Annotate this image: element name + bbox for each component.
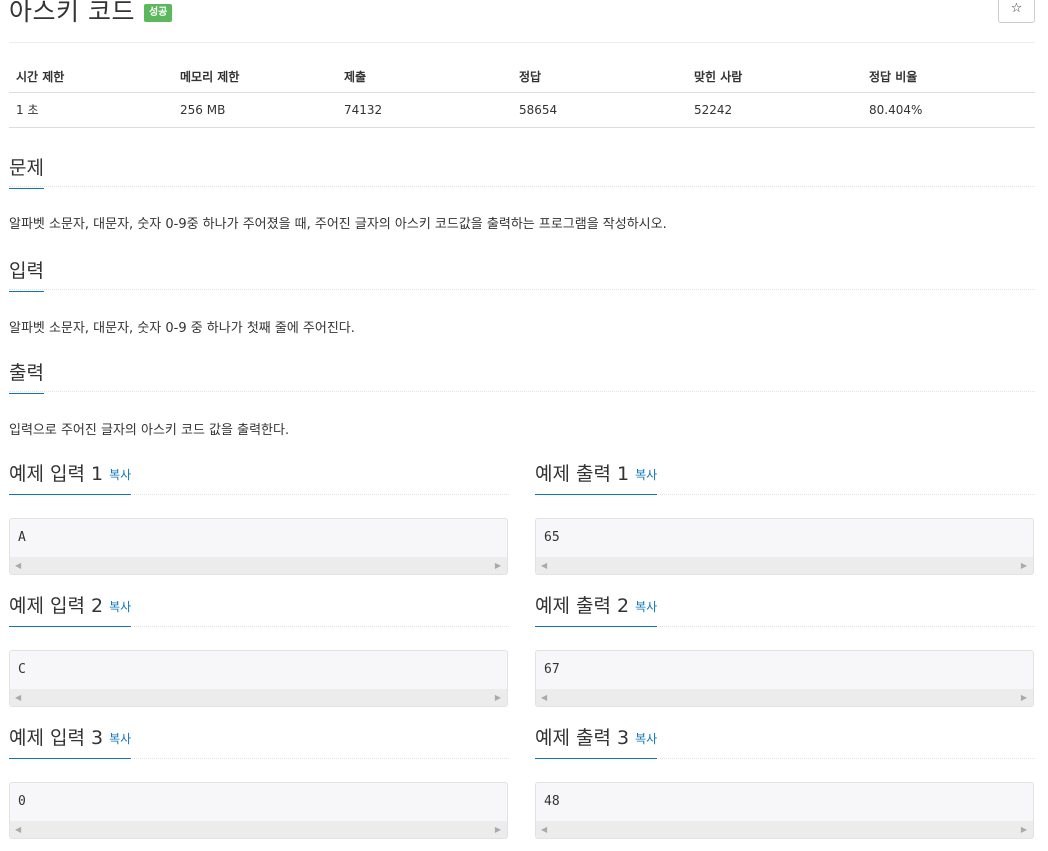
horizontal-scrollbar[interactable]: ◀ ▶ bbox=[10, 557, 507, 574]
sample-output-title-text: 예제 출력 3 bbox=[535, 727, 630, 749]
sample-input-code: 0 ◀ ▶ bbox=[9, 782, 508, 839]
value-accept-ratio: 80.404% bbox=[862, 92, 1035, 128]
sample-output-title: 예제 출력 1 복사 bbox=[535, 459, 658, 495]
sample-output-title: 예제 출력 3 복사 bbox=[535, 723, 658, 759]
sample-input-title: 예제 입력 2 복사 bbox=[9, 591, 132, 627]
sample-output-value: 65 bbox=[544, 530, 560, 545]
scroll-left-icon[interactable]: ◀ bbox=[541, 561, 547, 570]
output-text: 입력으로 주어진 글자의 아스키 코드 값을 출력한다. bbox=[9, 423, 290, 438]
scroll-left-icon[interactable]: ◀ bbox=[15, 561, 21, 570]
header-solvers: 맞힌 사람 bbox=[687, 62, 862, 93]
sample-header: 예제 출력 3 복사 bbox=[535, 723, 1035, 759]
title-divider bbox=[9, 42, 1035, 43]
section-description: 문제 알파벳 소문자, 대문자, 숫자 0-9중 하나가 주어졌을 때, 주어진… bbox=[9, 153, 1035, 232]
sample-input-value: 0 bbox=[18, 794, 26, 809]
sample-input-1: 예제 입력 1 복사 A ◀ ▶ bbox=[9, 459, 509, 575]
scroll-right-icon[interactable]: ▶ bbox=[1021, 693, 1027, 702]
status-badge: 성공 bbox=[143, 4, 173, 22]
copy-button[interactable]: 복사 bbox=[635, 732, 657, 746]
table-header-row: 시간 제한 메모리 제한 제출 정답 맞힌 사람 정답 비율 bbox=[9, 62, 1035, 93]
sample-input-title: 예제 입력 3 복사 bbox=[9, 723, 132, 759]
sample-output-1: 예제 출력 1 복사 65 ◀ ▶ bbox=[535, 459, 1035, 575]
star-button[interactable]: ☆ bbox=[998, 0, 1035, 23]
copy-button[interactable]: 복사 bbox=[109, 468, 131, 482]
sample-input-code: C ◀ ▶ bbox=[9, 650, 508, 707]
sample-output-code: 67 ◀ ▶ bbox=[535, 650, 1034, 707]
scroll-right-icon[interactable]: ▶ bbox=[1021, 825, 1027, 834]
description-text: 알파벳 소문자, 대문자, 숫자 0-9중 하나가 주어졌을 때, 주어진 글자… bbox=[9, 217, 667, 232]
section-header: 문제 bbox=[9, 153, 1035, 189]
sample-output-title: 예제 출력 2 복사 bbox=[535, 591, 658, 627]
section-output: 출력 입력으로 주어진 글자의 아스키 코드 값을 출력한다. bbox=[9, 358, 1035, 438]
star-icon: ☆ bbox=[1010, 1, 1023, 16]
scroll-right-icon[interactable]: ▶ bbox=[1021, 561, 1027, 570]
horizontal-scrollbar[interactable]: ◀ ▶ bbox=[536, 557, 1033, 574]
copy-button[interactable]: 복사 bbox=[635, 468, 657, 482]
header-accepted: 정답 bbox=[512, 62, 687, 93]
sample-output-code: 48 ◀ ▶ bbox=[535, 782, 1034, 839]
section-header: 출력 bbox=[9, 358, 1035, 394]
sample-input-2: 예제 입력 2 복사 C ◀ ▶ bbox=[9, 591, 509, 707]
scroll-left-icon[interactable]: ◀ bbox=[541, 825, 547, 834]
value-accepted: 58654 bbox=[512, 92, 687, 128]
section-title-output: 출력 bbox=[9, 358, 44, 394]
sample-output-code: 65 ◀ ▶ bbox=[535, 518, 1034, 575]
sample-header: 예제 출력 2 복사 bbox=[535, 591, 1035, 627]
sample-input-title-text: 예제 입력 3 bbox=[9, 727, 104, 749]
sample-output-title-text: 예제 출력 1 bbox=[535, 463, 630, 485]
sample-header: 예제 입력 3 복사 bbox=[9, 723, 509, 759]
sample-output-value: 48 bbox=[544, 794, 560, 809]
problem-info-table: 시간 제한 메모리 제한 제출 정답 맞힌 사람 정답 비율 1 초 256 M… bbox=[9, 62, 1035, 128]
sample-output-3: 예제 출력 3 복사 48 ◀ ▶ bbox=[535, 723, 1035, 839]
sample-header: 예제 입력 2 복사 bbox=[9, 591, 509, 627]
page-title: 아스키 코드 bbox=[9, 0, 135, 26]
section-title-description: 문제 bbox=[9, 153, 44, 189]
section-title-input: 입력 bbox=[9, 256, 44, 292]
sample-output-title-text: 예제 출력 2 bbox=[535, 595, 630, 617]
header-submissions: 제출 bbox=[337, 62, 512, 93]
sample-output-value: 67 bbox=[544, 662, 560, 677]
value-solvers: 52242 bbox=[687, 92, 862, 128]
value-submissions: 74132 bbox=[337, 92, 512, 128]
horizontal-scrollbar[interactable]: ◀ ▶ bbox=[536, 689, 1033, 706]
sample-header: 예제 입력 1 복사 bbox=[9, 459, 509, 495]
problem-title-row: 아스키 코드 성공 bbox=[9, 0, 173, 30]
table-row: 1 초 256 MB 74132 58654 52242 80.404% bbox=[9, 92, 1035, 128]
scroll-left-icon[interactable]: ◀ bbox=[541, 693, 547, 702]
copy-button[interactable]: 복사 bbox=[635, 600, 657, 614]
value-time-limit: 1 초 bbox=[9, 92, 173, 128]
horizontal-scrollbar[interactable]: ◀ ▶ bbox=[10, 821, 507, 838]
sample-input-value: A bbox=[18, 530, 26, 545]
scroll-left-icon[interactable]: ◀ bbox=[15, 693, 21, 702]
sample-input-title-text: 예제 입력 2 bbox=[9, 595, 104, 617]
input-text: 알파벳 소문자, 대문자, 숫자 0-9 중 하나가 첫째 줄에 주어진다. bbox=[9, 321, 355, 336]
section-header: 입력 bbox=[9, 256, 1035, 292]
scroll-left-icon[interactable]: ◀ bbox=[15, 825, 21, 834]
horizontal-scrollbar[interactable]: ◀ ▶ bbox=[10, 689, 507, 706]
scroll-right-icon[interactable]: ▶ bbox=[495, 693, 501, 702]
scroll-right-icon[interactable]: ▶ bbox=[495, 825, 501, 834]
copy-button[interactable]: 복사 bbox=[109, 600, 131, 614]
scroll-right-icon[interactable]: ▶ bbox=[495, 561, 501, 570]
sample-input-code: A ◀ ▶ bbox=[9, 518, 508, 575]
copy-button[interactable]: 복사 bbox=[109, 732, 131, 746]
sample-output-2: 예제 출력 2 복사 67 ◀ ▶ bbox=[535, 591, 1035, 707]
header-time-limit: 시간 제한 bbox=[9, 62, 173, 93]
sample-input-title: 예제 입력 1 복사 bbox=[9, 459, 132, 495]
sample-input-title-text: 예제 입력 1 bbox=[9, 463, 104, 485]
horizontal-scrollbar[interactable]: ◀ ▶ bbox=[536, 821, 1033, 838]
sample-header: 예제 출력 1 복사 bbox=[535, 459, 1035, 495]
section-input: 입력 알파벳 소문자, 대문자, 숫자 0-9 중 하나가 첫째 줄에 주어진다… bbox=[9, 256, 1035, 336]
value-memory-limit: 256 MB bbox=[173, 92, 337, 128]
header-memory-limit: 메모리 제한 bbox=[173, 62, 337, 93]
sample-input-value: C bbox=[18, 662, 26, 677]
sample-input-3: 예제 입력 3 복사 0 ◀ ▶ bbox=[9, 723, 509, 839]
header-accept-ratio: 정답 비율 bbox=[862, 62, 1035, 93]
